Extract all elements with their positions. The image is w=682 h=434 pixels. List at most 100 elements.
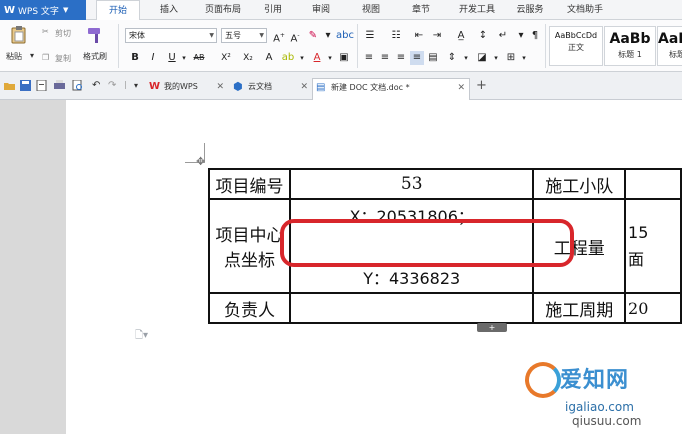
style-heading-1[interactable]: AaBb 标题 1 (604, 26, 656, 66)
shrink-font-icon[interactable]: A- (288, 29, 302, 44)
chevron-down-icon[interactable]: ▾ (520, 51, 528, 65)
doc-tab-label: 我的WPS (164, 82, 198, 91)
tab-cloud-service[interactable]: 云服务 (510, 0, 550, 20)
chevron-down-icon[interactable]: ▾ (134, 81, 138, 90)
strikethrough-button[interactable]: AB (190, 51, 208, 65)
chinese-layout-icon[interactable]: A̲ (452, 29, 470, 43)
new-tab-button[interactable]: + (476, 78, 487, 93)
decrease-indent-icon[interactable]: ⇤ (412, 29, 426, 43)
align-right-icon[interactable]: ≡ (394, 51, 408, 65)
export-pdf-icon[interactable] (36, 80, 47, 91)
doc-tab-cloud-docs[interactable]: ⬢ 云文档 ✕ (230, 78, 312, 98)
cell-responsible-value[interactable] (288, 292, 535, 324)
bullet-list-icon[interactable]: ☰ (362, 29, 378, 43)
add-row-button[interactable]: + (477, 323, 507, 332)
subscript-button[interactable]: X₂ (240, 51, 256, 65)
cell-construction-team-value[interactable] (624, 168, 682, 200)
chevron-down-icon[interactable]: ▾ (30, 51, 34, 60)
table-row: 项目编号 53 施工小队 (208, 168, 682, 200)
font-size-select[interactable]: 五号 ▼ (221, 28, 267, 43)
tab-doc-assistant[interactable]: 文档助手 (560, 0, 610, 20)
open-folder-icon[interactable] (4, 80, 15, 91)
font-name-value: 宋体 (129, 31, 145, 40)
close-icon[interactable]: ✕ (457, 79, 465, 97)
show-marks-icon[interactable]: ↵ (496, 29, 510, 43)
justify-icon[interactable]: ≡ (410, 51, 424, 65)
tab-references[interactable]: 引用 (258, 0, 288, 20)
format-painter-icon[interactable] (86, 26, 106, 44)
tab-home[interactable]: 开始 (96, 0, 140, 21)
char-shading-icon[interactable]: ▣ (337, 51, 351, 65)
close-icon[interactable]: ✕ (300, 78, 308, 96)
numbered-list-icon[interactable]: ☷ (388, 29, 404, 43)
style-normal[interactable]: AaBbCcDd 正文 (549, 26, 603, 66)
tab-view[interactable]: 视图 (356, 0, 386, 20)
chevron-down-icon[interactable]: ▾ (323, 29, 333, 43)
cell-project-number-label[interactable]: 项目编号 (208, 168, 291, 200)
chevron-down-icon: ▼ (62, 6, 69, 14)
close-icon[interactable]: ✕ (216, 78, 224, 96)
line-spacing-icon[interactable]: ⇕ (444, 51, 460, 65)
italic-button[interactable]: I (146, 51, 160, 65)
clear-format-icon[interactable]: ✎ (306, 29, 320, 43)
paste-icon[interactable] (9, 26, 29, 44)
style-sample: AaBb (658, 31, 682, 47)
chevron-down-icon[interactable]: ▾ (180, 51, 188, 65)
cell-center-coordinate-label[interactable]: 项目中心 点坐标 (208, 198, 291, 294)
cell-project-number-value[interactable]: 53 (288, 168, 535, 200)
print-icon[interactable] (54, 80, 65, 91)
tab-review[interactable]: 审阅 (306, 0, 336, 20)
copy-button[interactable]: 复制 (55, 53, 71, 64)
chevron-down-icon[interactable]: ▾ (492, 51, 500, 65)
distribute-icon[interactable]: ▤ (426, 51, 440, 65)
align-left-icon[interactable]: ≡ (362, 51, 376, 65)
redo-icon[interactable]: ↷ (108, 80, 116, 91)
chevron-down-icon[interactable]: ▾ (462, 51, 470, 65)
grow-font-icon[interactable]: A+ (272, 29, 286, 44)
underline-button[interactable]: U (165, 51, 179, 65)
superscript-button[interactable]: X² (218, 51, 234, 65)
paste-button[interactable]: 粘贴 (6, 51, 22, 62)
text-effect-icon[interactable]: abc (336, 29, 354, 43)
char-border-icon[interactable]: A (262, 51, 276, 65)
paragraph-options-icon[interactable]: 🗋▾ (135, 328, 148, 345)
doc-tab-new-doc[interactable]: ▤ 新建 DOC 文档.doc * ✕ (312, 78, 470, 100)
tab-chapter[interactable]: 章节 (406, 0, 436, 20)
app-menu-button[interactable]: W WPS 文字 ▼ (0, 0, 86, 20)
doc-tab-label: 云文档 (248, 82, 272, 91)
tab-insert[interactable]: 插入 (152, 0, 186, 20)
font-name-select[interactable]: 宋体 ▼ (125, 28, 217, 43)
watermark-subdomain: qiusuu.com (572, 414, 642, 428)
sort-icon[interactable]: ↕ (474, 29, 492, 43)
style-heading[interactable]: AaBb 标题 (657, 26, 682, 66)
cell-workload-value[interactable]: 15 面 (624, 198, 682, 294)
copy-icon: ❐ (42, 53, 50, 62)
doc-tab-my-wps[interactable]: W 我的WPS ✕ (146, 78, 228, 98)
chevron-down-icon[interactable]: ▾ (514, 29, 528, 43)
cell-construction-team-label[interactable]: 施工小队 (532, 168, 627, 200)
cube-icon: ⬢ (233, 80, 243, 93)
style-name: 正文 (568, 43, 584, 52)
chevron-down-icon[interactable]: ▾ (326, 51, 334, 65)
align-center-icon[interactable]: ≡ (378, 51, 392, 65)
table-move-handle-icon[interactable]: ✥ (196, 155, 205, 168)
format-painter-button[interactable]: 格式刷 (83, 51, 107, 62)
cell-construction-period-label[interactable]: 施工周期 (532, 292, 627, 324)
paragraph-mark-icon[interactable]: ¶ (528, 29, 542, 43)
bold-button[interactable]: B (128, 51, 142, 65)
shading-icon[interactable]: ◪ (474, 51, 490, 65)
chevron-down-icon[interactable]: ▾ (298, 51, 306, 65)
font-color-icon[interactable]: A (310, 51, 324, 65)
print-preview-icon[interactable] (72, 80, 83, 91)
tab-page-layout[interactable]: 页面布局 (196, 0, 250, 20)
increase-indent-icon[interactable]: ⇥ (430, 29, 444, 43)
highlight-icon[interactable]: ab (280, 51, 296, 65)
cut-button[interactable]: 剪切 (55, 28, 71, 39)
cell-responsible-label[interactable]: 负责人 (208, 292, 291, 324)
borders-icon[interactable]: ⊞ (504, 51, 518, 65)
save-icon[interactable] (20, 80, 31, 91)
cell-construction-period-value[interactable]: 20 (624, 292, 682, 324)
undo-icon[interactable]: ↶ (92, 80, 100, 91)
menu-bar: W WPS 文字 ▼ 开始 插入 页面布局 引用 审阅 视图 章节 开发工具 云… (0, 0, 682, 21)
tab-developer[interactable]: 开发工具 (452, 0, 502, 20)
